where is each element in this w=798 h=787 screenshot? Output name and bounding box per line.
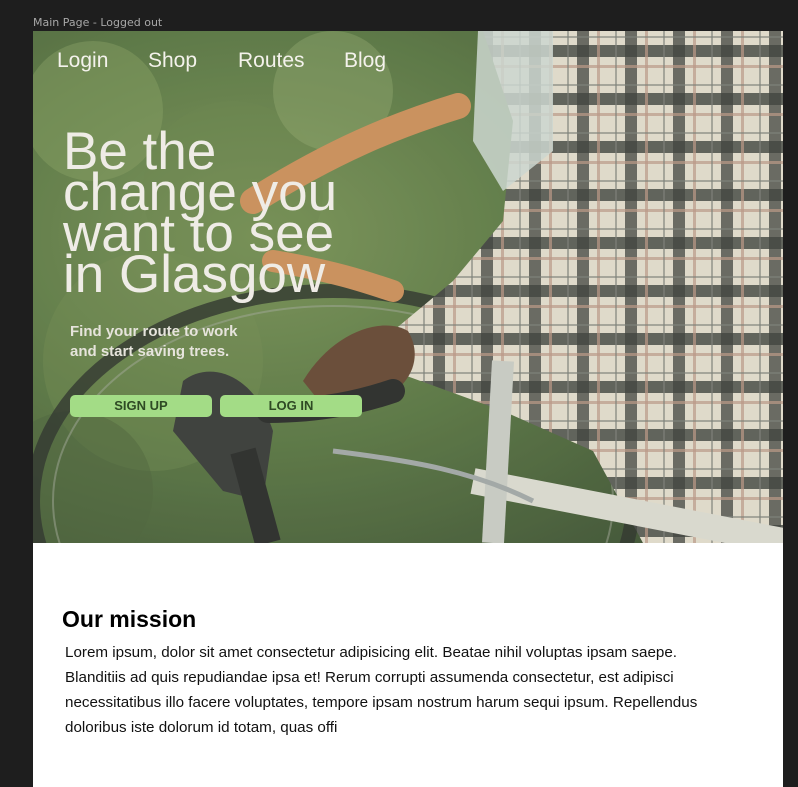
nav-routes-link[interactable]: Routes [238, 49, 305, 73]
signup-button[interactable]: SIGN UP [70, 395, 212, 417]
frame-label: Main Page - Logged out [33, 16, 163, 29]
hero-subtitle-line: Find your route to work [70, 323, 238, 340]
nav-shop-link[interactable]: Shop [148, 49, 197, 73]
hero-title-line: in Glasgow [63, 245, 326, 304]
hero-title: Be the change you want to see in Glasgow [63, 125, 393, 304]
nav-blog-link[interactable]: Blog [344, 49, 386, 73]
login-button[interactable]: LOG IN [220, 395, 362, 417]
nav-login-link[interactable]: Login [57, 49, 108, 73]
page-frame: Login Shop Routes Blog Be the change you… [33, 31, 783, 787]
mission-body-text: Lorem ipsum, dolor sit amet consectetur … [65, 644, 698, 736]
hero-subtitle: Find your route to work and start saving… [70, 322, 290, 362]
mission-heading: Our mission [62, 606, 197, 632]
hero-subtitle-line: and start saving trees. [70, 343, 230, 360]
hero-section: Login Shop Routes Blog Be the change you… [33, 31, 783, 543]
top-nav: Login Shop Routes Blog [33, 49, 783, 79]
